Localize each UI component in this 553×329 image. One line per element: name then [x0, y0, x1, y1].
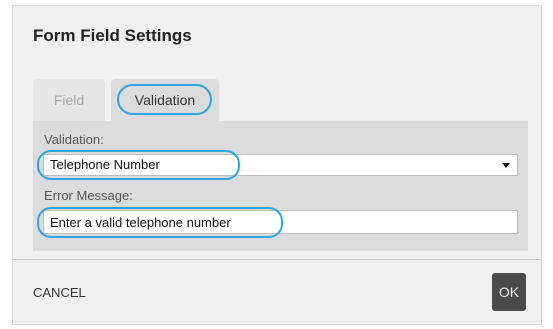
footer-divider	[13, 259, 541, 260]
validation-panel: Validation: Telephone Number Error Messa…	[33, 121, 528, 251]
error-message-label: Error Message:	[44, 188, 133, 203]
chevron-down-icon	[502, 163, 510, 168]
validation-selected-value: Telephone Number	[50, 157, 160, 172]
validation-label: Validation:	[44, 132, 104, 147]
form-field-settings-dialog: Form Field Settings Field Validation Val…	[12, 5, 542, 325]
dialog-title: Form Field Settings	[33, 26, 192, 45]
error-message-input[interactable]	[43, 210, 518, 234]
tab-field[interactable]: Field	[33, 79, 105, 121]
tab-field-label: Field	[53, 92, 85, 108]
tab-validation[interactable]: Validation	[111, 79, 219, 121]
cancel-button[interactable]: CANCEL	[33, 285, 86, 300]
validation-select[interactable]: Telephone Number	[43, 154, 518, 176]
tab-validation-label: Validation	[134, 92, 196, 108]
ok-button[interactable]: OK	[492, 273, 526, 311]
